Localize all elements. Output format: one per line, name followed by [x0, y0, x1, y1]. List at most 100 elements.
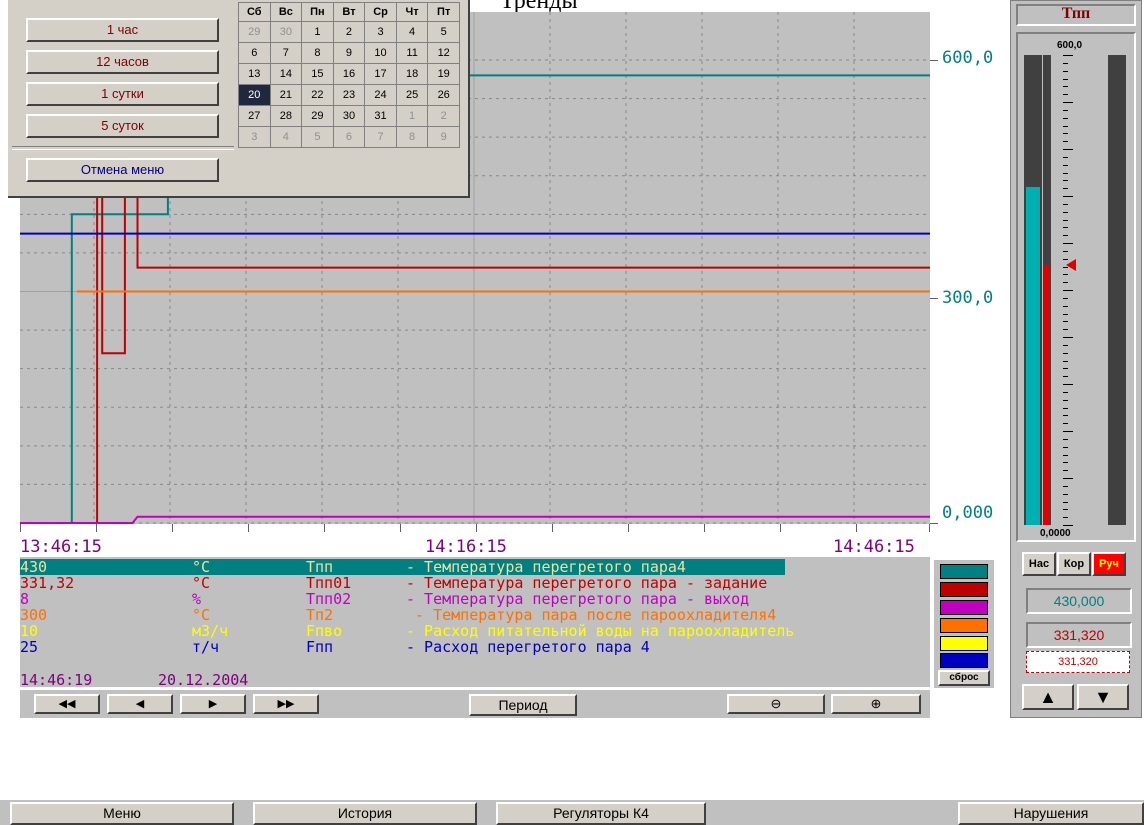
zoom-out-button[interactable]: ⊖ — [727, 694, 825, 714]
calendar-day[interactable]: 19 — [427, 63, 460, 85]
y-axis-mid-label: 300,0 — [942, 288, 994, 308]
calendar-day[interactable]: 30 — [332, 105, 366, 127]
period-12h-button[interactable]: 12 часов — [26, 50, 219, 74]
mode-nas-button[interactable]: Нас — [1022, 552, 1056, 576]
legend-row[interactable]: 430 °C Tпп - Температура перегретого пара4 — [20, 559, 930, 575]
calendar-day[interactable]: 14 — [269, 63, 303, 85]
scale-tick — [1063, 344, 1068, 346]
calendar-day[interactable]: 1 — [395, 105, 429, 127]
calendar-day[interactable]: 8 — [395, 126, 429, 148]
calendar-week: 13 14 15 16 17 18 19 — [238, 63, 460, 85]
regulators-button[interactable]: Регуляторы К4 — [496, 802, 706, 825]
mode-ruch-button[interactable]: Руч — [1092, 552, 1126, 576]
y-tick — [930, 298, 938, 299]
calendar-day[interactable]: 3 — [238, 126, 271, 148]
scale-tick — [1063, 172, 1068, 174]
calendar-day[interactable]: 5 — [427, 21, 460, 43]
legend-description: - Температура перегретого пара4 — [406, 558, 686, 576]
calendar-day[interactable]: 3 — [364, 21, 397, 43]
calendar-day[interactable]: 23 — [332, 84, 366, 106]
period-5d-button[interactable]: 5 суток — [26, 114, 219, 138]
legend-row[interactable]: 331,32 °C Tпп01 - Температура перегретого п… — [20, 575, 930, 591]
period-button[interactable]: Период — [469, 694, 577, 716]
calendar-day[interactable]: 30 — [269, 21, 303, 43]
calendar-day[interactable]: 27 — [238, 105, 271, 127]
calendar-day[interactable]: 28 — [269, 105, 303, 127]
calendar-day[interactable]: 13 — [238, 63, 271, 85]
scale-tick — [1063, 290, 1073, 291]
violations-button[interactable]: Нарушения — [958, 802, 1144, 825]
swatch-tpp01[interactable] — [940, 582, 988, 597]
calendar-day[interactable]: 29 — [301, 105, 334, 127]
calendar-day[interactable]: 5 — [301, 126, 334, 148]
calendar-day[interactable]: 25 — [395, 84, 429, 106]
calendar-day[interactable]: 4 — [269, 126, 303, 148]
calendar-day[interactable]: 4 — [395, 21, 429, 43]
setpoint-marker-icon[interactable] — [1066, 259, 1076, 272]
calendar-day[interactable]: 2 — [427, 105, 460, 127]
calendar-day[interactable]: 31 — [364, 105, 397, 127]
calendar-day[interactable]: 8 — [301, 42, 334, 64]
fast-forward-button[interactable]: ▶▶ — [253, 694, 319, 714]
calendar-day[interactable]: 22 — [301, 84, 334, 106]
calendar-day[interactable]: 26 — [427, 84, 460, 106]
calendar-week: 20 21 22 23 24 25 26 — [238, 84, 460, 106]
calendar-day[interactable]: 16 — [332, 63, 366, 85]
swatch-fpp[interactable] — [940, 653, 988, 668]
calendar-day[interactable]: 24 — [364, 84, 397, 106]
legend-tag: Fпво — [306, 622, 343, 640]
scale-tick — [1063, 62, 1068, 64]
scale-tick — [1063, 478, 1073, 479]
forward-button[interactable]: ▶ — [180, 694, 246, 714]
calendar-weekday: Пт — [427, 2, 460, 22]
scale-tick — [1063, 297, 1068, 299]
calendar-day[interactable]: 12 — [427, 42, 460, 64]
calendar-day[interactable]: 15 — [301, 63, 334, 85]
scale-tick — [1063, 55, 1073, 56]
scale-tick — [1063, 125, 1068, 127]
calendar-day[interactable]: 9 — [332, 42, 366, 64]
value-input-red[interactable]: 331,320 — [1026, 651, 1130, 673]
menu-button[interactable]: Меню — [10, 802, 234, 825]
calendar-day[interactable]: 21 — [269, 84, 303, 106]
calendar-day[interactable]: 2 — [332, 21, 366, 43]
scale-tick — [1063, 219, 1068, 221]
swatch-fpvo[interactable] — [940, 636, 988, 651]
legend-row[interactable]: 8% Tпп02 - Температура перегретого пара - … — [20, 591, 930, 607]
calendar-day[interactable]: 17 — [364, 63, 397, 85]
calendar-day[interactable]: 9 — [427, 126, 460, 148]
calendar-day[interactable]: 6 — [332, 126, 366, 148]
legend-date: 20.12.2004 — [158, 671, 249, 689]
calendar-day[interactable]: 7 — [364, 126, 397, 148]
mode-kor-button[interactable]: Кор — [1057, 552, 1091, 576]
decrease-button[interactable]: ▼ — [1077, 684, 1129, 710]
zoom-in-button[interactable]: ⊕ — [831, 694, 921, 714]
calendar-day[interactable]: 6 — [238, 42, 271, 64]
calendar-day[interactable]: 10 — [364, 42, 397, 64]
increase-button[interactable]: ▲ — [1022, 684, 1074, 710]
reset-button[interactable]: сброс — [938, 670, 990, 686]
calendar-day-selected[interactable]: 20 — [238, 84, 271, 106]
legend-unit: т/ч — [192, 638, 220, 656]
fast-back-button[interactable]: ◀◀ — [34, 694, 100, 714]
period-1h-button[interactable]: 1 час — [26, 18, 219, 42]
history-button[interactable]: История — [253, 802, 477, 825]
back-button[interactable]: ◀ — [107, 694, 173, 714]
swatch-tpp[interactable] — [940, 564, 988, 579]
legend-tag: Tпп01 — [306, 574, 352, 592]
calendar-day[interactable]: 18 — [395, 63, 429, 85]
swatch-tpp02[interactable] — [940, 600, 988, 615]
legend-row[interactable]: 10 м3/ч Fпво - Расход питательной воды на п… — [20, 623, 930, 639]
x-tick — [929, 524, 930, 532]
legend-row[interactable]: 300 °C Tп2 - Температура пара после пароох… — [20, 607, 930, 623]
calendar-day[interactable]: 29 — [238, 21, 271, 43]
calendar-day[interactable]: 11 — [395, 42, 429, 64]
menu-divider — [12, 146, 234, 150]
swatch-tp2[interactable] — [940, 618, 988, 633]
legend-row[interactable]: 25 т/ч Fпп - Расход перегретого пара 4 — [20, 639, 930, 655]
calendar-day[interactable]: 7 — [269, 42, 303, 64]
calendar-day[interactable]: 1 — [301, 21, 334, 43]
cancel-menu-button[interactable]: Отмена меню — [26, 158, 219, 182]
period-1d-button[interactable]: 1 сутки — [26, 82, 219, 106]
x-axis-start-label: 13:46:15 — [20, 537, 102, 557]
